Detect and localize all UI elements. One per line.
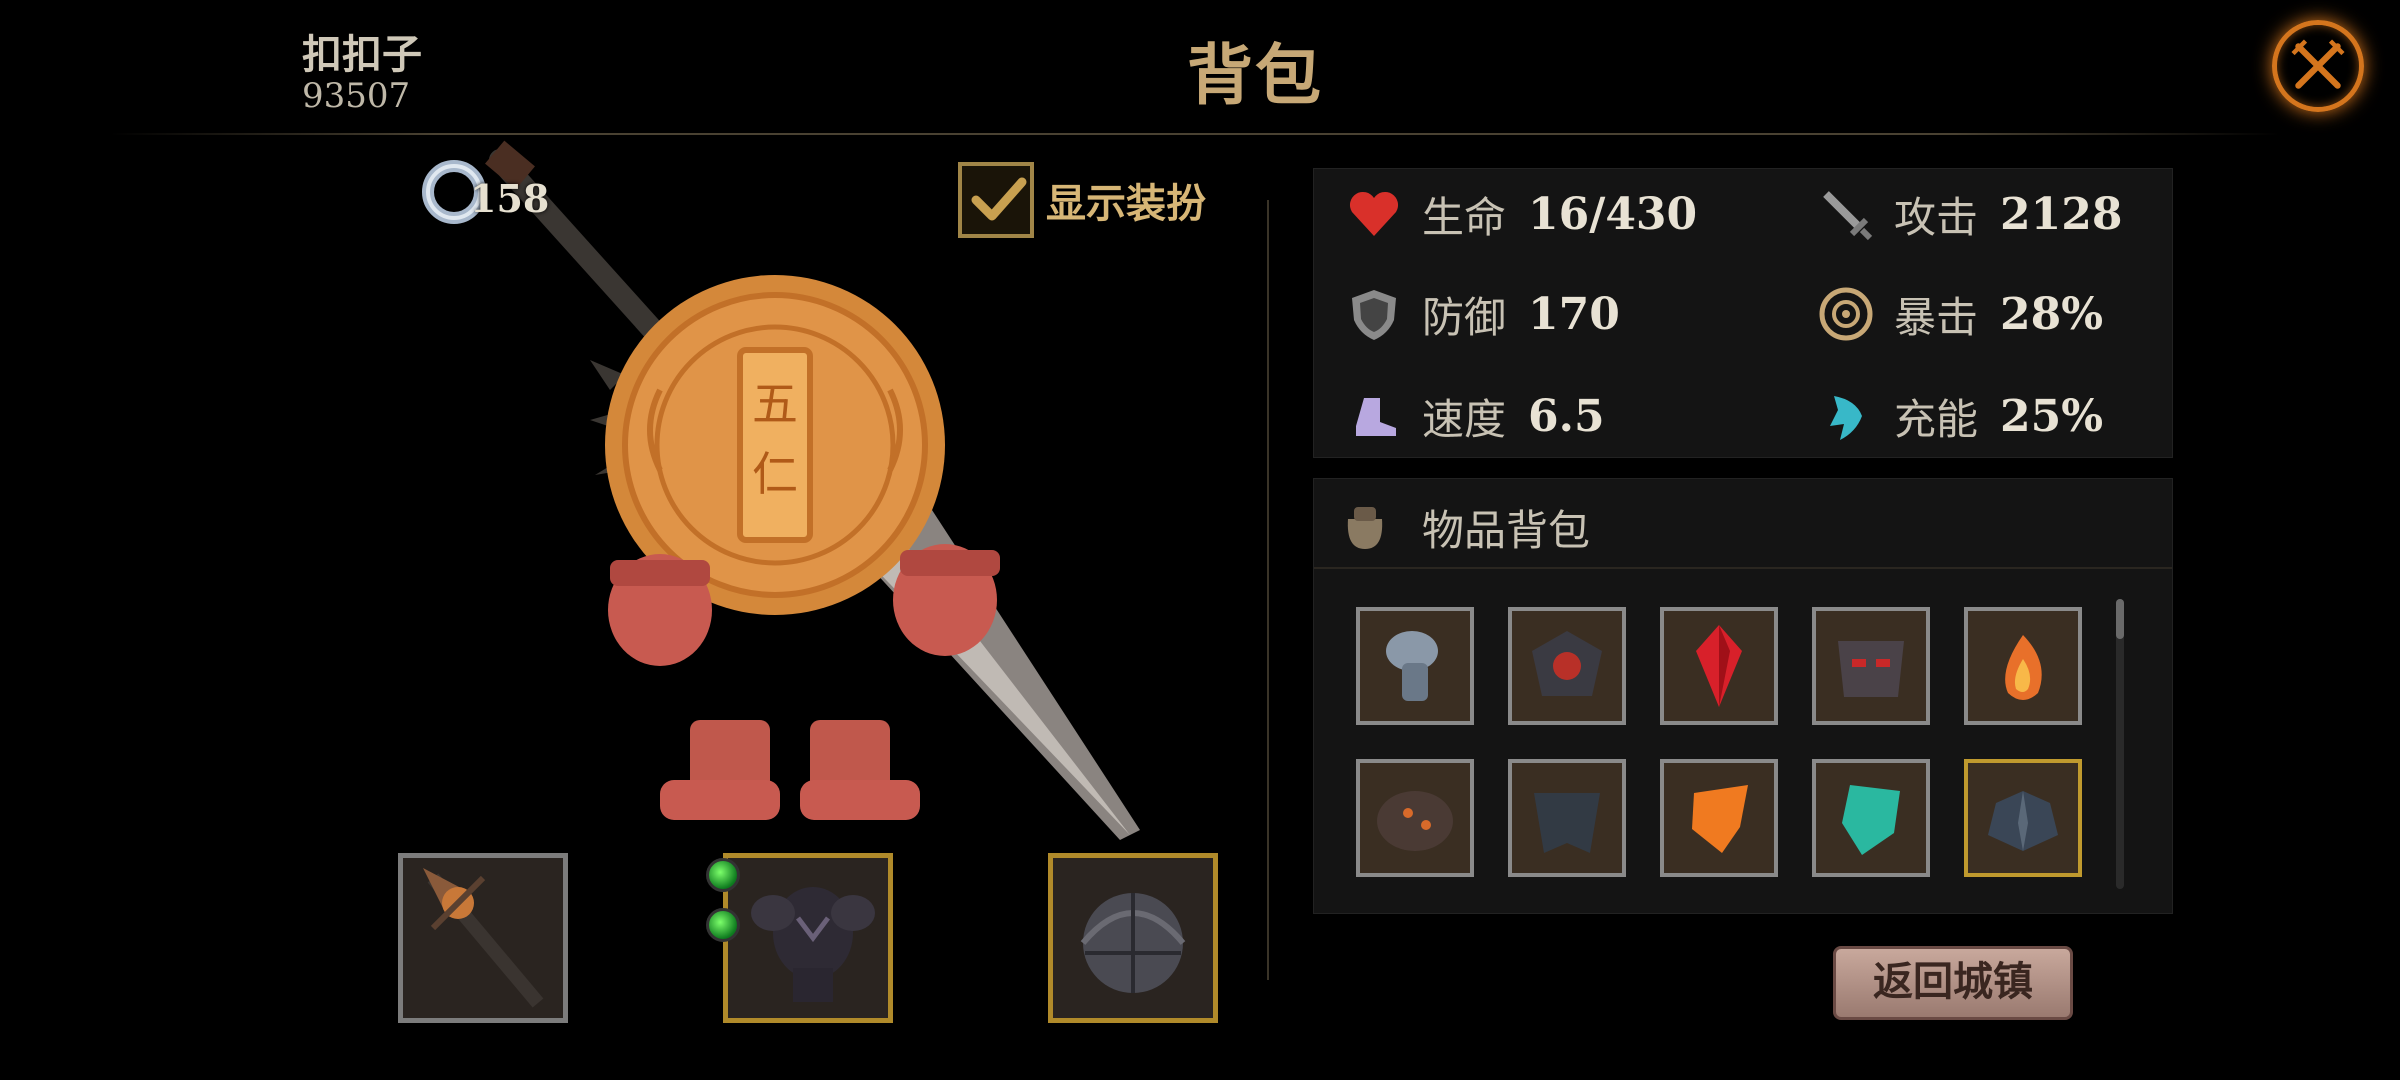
close-button[interactable]: [2272, 20, 2364, 112]
armor-gem-1: [706, 858, 740, 892]
inventory-item-8[interactable]: [1660, 759, 1778, 877]
inventory-item-6[interactable]: [1356, 759, 1474, 877]
level-badge: 158: [418, 156, 558, 228]
show-costume-label: 显示装扮: [1046, 180, 1206, 227]
inventory-title: 物品背包: [1422, 506, 1591, 555]
stat-crit-value: 28%: [2000, 288, 2104, 340]
inventory-item-4[interactable]: [1812, 607, 1930, 725]
inventory-header: 物品背包: [1314, 479, 2172, 569]
orange-shard-icon: [1692, 785, 1748, 853]
equip-slot-armor[interactable]: [723, 853, 893, 1023]
gauntlet-icon: [1386, 631, 1438, 701]
crit-target-icon: [1819, 287, 1873, 341]
stat-defense-value: 170: [1528, 288, 1620, 340]
sword-icon: [1823, 191, 1873, 241]
page-title: 背包: [1187, 36, 1323, 114]
stats-panel: 生命 16/430 攻击 2128 防御 170 暴击 28% 速度 6.5 充…: [1313, 168, 2173, 458]
stat-hp-value: 16/430: [1528, 188, 1698, 240]
inventory-item-3[interactable]: [1660, 607, 1778, 725]
red-gem-icon: [1696, 625, 1742, 707]
inventory-item-2[interactable]: [1508, 607, 1626, 725]
armor-gem-2: [706, 908, 740, 942]
return-to-town-button[interactable]: 返回城镇: [1833, 946, 2073, 1020]
mooncake-char-1: 五: [752, 377, 798, 431]
stat-crit: 暴击 28%: [1816, 279, 2103, 349]
checkmark-icon: [971, 177, 1027, 221]
stat-speed-value: 6.5: [1528, 390, 1605, 442]
charge-icon: [1830, 396, 1862, 440]
inventory-item-9[interactable]: [1812, 759, 1930, 877]
stat-speed-label: 速度: [1422, 394, 1507, 444]
dark-cloak-icon: [1534, 793, 1600, 853]
fire-amulet-icon: [2005, 635, 2042, 700]
inventory-scroll-thumb[interactable]: [2116, 599, 2124, 639]
heart-icon: [1349, 191, 1399, 236]
stat-hp-label: 生命: [1422, 192, 1507, 242]
stat-defense: 防御 170: [1344, 279, 1620, 349]
stat-charge: 充能 25%: [1816, 381, 2103, 451]
show-costume-toggle[interactable]: 显示装扮: [958, 162, 1206, 238]
stat-defense-label: 防御: [1422, 292, 1507, 342]
inventory-panel: 物品背包: [1313, 478, 2173, 914]
level-value: 158: [470, 176, 550, 221]
stat-hp: 生命 16/430: [1344, 179, 1697, 249]
iron-helmet-icon: [1080, 893, 1186, 993]
equip-slot-helmet[interactable]: [1048, 853, 1218, 1023]
inventory-item-7[interactable]: [1508, 759, 1626, 877]
stat-attack-value: 2128: [2000, 188, 2123, 240]
stat-charge-value: 25%: [2000, 390, 2104, 442]
dark-mask-icon: [1838, 641, 1904, 697]
inventory-scrollbar[interactable]: [2116, 599, 2124, 889]
stat-crit-label: 暴击: [1894, 292, 1979, 342]
spear-icon: [423, 868, 544, 1008]
shield-icon: [1352, 290, 1396, 340]
winged-armor-icon: [1988, 791, 2058, 851]
inventory-item-1[interactable]: [1356, 607, 1474, 725]
inventory-item-10[interactable]: [1964, 759, 2082, 877]
mooncake-char-2: 仁: [752, 447, 798, 501]
equip-slot-weapon[interactable]: [398, 853, 568, 1023]
bag-icon: [1347, 507, 1383, 549]
inventory-item-5[interactable]: [1964, 607, 2082, 725]
red-emblem-helmet-icon: [1532, 631, 1602, 696]
boot-icon: [1356, 398, 1396, 436]
stat-speed: 速度 6.5: [1344, 381, 1605, 451]
teal-shard-icon: [1842, 785, 1900, 855]
show-costume-checkbox[interactable]: [958, 162, 1034, 238]
crossed-swords-close-icon: [2291, 39, 2345, 89]
dark-armor-icon: [751, 887, 875, 1002]
stat-charge-label: 充能: [1894, 394, 1979, 444]
lava-shell-icon: [1377, 791, 1453, 851]
character-preview[interactable]: 五 仁: [420, 130, 1240, 850]
vertical-divider: [1267, 200, 1269, 980]
stat-attack: 攻击 2128: [1816, 179, 2122, 249]
stat-attack-label: 攻击: [1894, 192, 1979, 242]
